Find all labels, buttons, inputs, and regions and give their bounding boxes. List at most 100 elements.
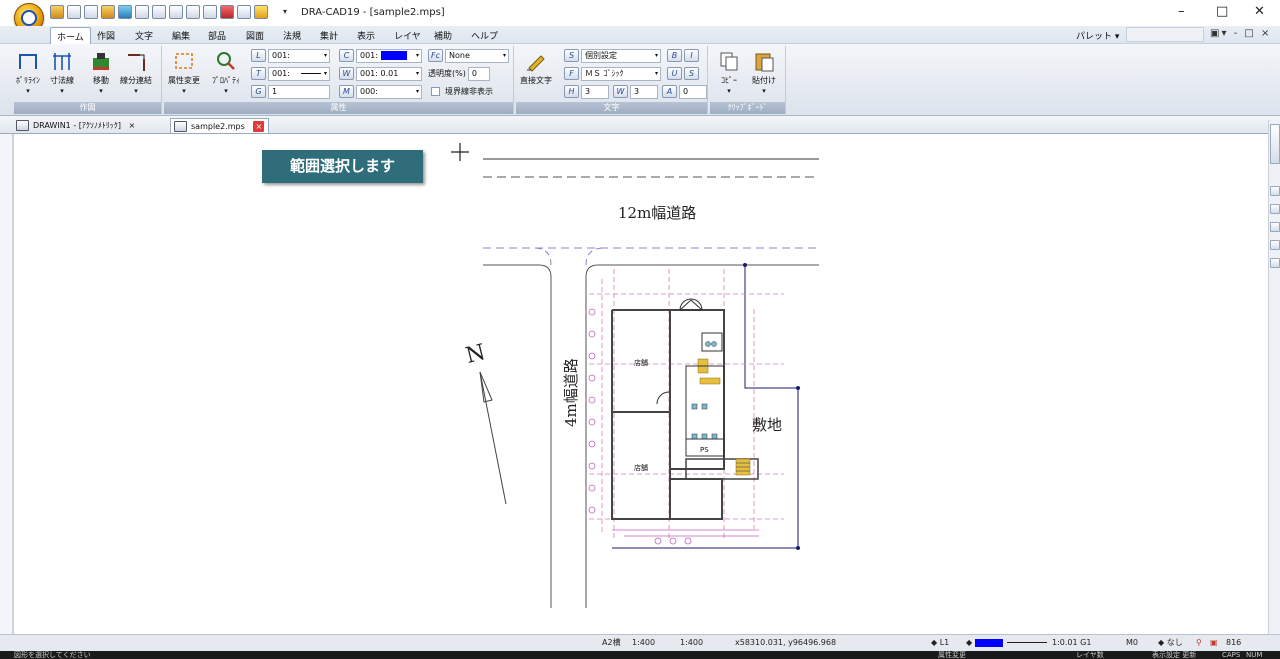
status-pin-icon[interactable]: ⚲	[1196, 637, 1202, 649]
paste-button[interactable]: 貼付け ▾	[752, 50, 776, 95]
layer-combo[interactable]: 001: ▾	[268, 48, 330, 63]
tab-sample2[interactable]: sample2.mps ×	[170, 118, 270, 133]
font-icon: F	[564, 67, 579, 80]
dimension-label: 寸法線	[50, 76, 74, 85]
menu-text[interactable]: 文字	[135, 29, 153, 42]
text-height-field[interactable]: 3	[581, 84, 609, 99]
menu-parts[interactable]: 部品	[208, 29, 226, 42]
status-scale-2[interactable]: 1:400	[680, 637, 703, 649]
menu-aggregate[interactable]: 集計	[320, 29, 338, 42]
status-mark[interactable]: M0	[1126, 637, 1138, 649]
direct-text-button[interactable]: 直接文字	[520, 50, 552, 86]
menu-regulation[interactable]: 法規	[283, 29, 301, 42]
ribbon-window-tools[interactable]: ▣▾ - □ ×	[1210, 28, 1271, 39]
group-attribute: 属性変更 ▾ ﾌﾟﾛﾊﾟﾃｨ ▾ L 001:▾ T 001: ▾ G 1 C	[164, 46, 514, 114]
status-bottom-layer: レイヤ数	[1076, 651, 1104, 659]
tab-sample2-label: sample2.mps	[191, 122, 245, 131]
menu-layer[interactable]: レイヤ	[394, 29, 421, 42]
status-zoom: 816	[1226, 638, 1242, 647]
boundary-checkbox[interactable]	[431, 87, 440, 96]
status-scale-1[interactable]: 1:400	[632, 637, 655, 649]
panel-tab-4-icon[interactable]	[1270, 240, 1280, 250]
font-combo[interactable]: ＭＳ ｺﾞｼｯｸ ▾	[581, 66, 661, 81]
menu-draw[interactable]: 作図	[97, 29, 115, 42]
dimension-button[interactable]: 寸法線 ▾	[50, 50, 74, 95]
print-preview-icon[interactable]	[135, 5, 149, 19]
boundary-label: 境界線非表示	[445, 87, 493, 96]
group-clipboard-label: ｸﾘｯﾌﾟﾎﾞｰﾄﾞ	[710, 102, 785, 114]
status-snap[interactable]: ◆ なし	[1158, 637, 1183, 649]
palette-dropdown[interactable]: パレット ▾	[1076, 29, 1119, 42]
status-layer[interactable]: ◆ L1	[931, 637, 949, 649]
menu-assist[interactable]: 補助	[434, 29, 452, 42]
menu-edit[interactable]: 編集	[172, 29, 190, 42]
tab-drawin1[interactable]: DRAWIN1 - [ｱｸｿﾉﾒﾄﾘｯｸ] ×	[13, 118, 139, 133]
menu-home[interactable]: ホーム	[50, 27, 91, 44]
measure-icon[interactable]	[237, 5, 251, 19]
tab-sample2-close-icon[interactable]: ×	[253, 121, 265, 132]
drawing-doc-icon	[16, 120, 29, 131]
save-icon[interactable]	[118, 5, 132, 19]
road-4m-label: 4m幅道路	[562, 358, 580, 427]
drawing-canvas[interactable]: 12m幅道路 4m幅道路 敷地 N 店舗 店舗 PS	[13, 134, 1268, 634]
panel-tab-1-icon[interactable]	[1270, 186, 1280, 196]
status-line-scale[interactable]: 1:0.01 G1	[1052, 637, 1091, 649]
width-combo[interactable]: 001: 0.01 ▾	[356, 66, 422, 81]
status-bar: A2横 1:400 1:400 x58310.031, y96496.968 ◆…	[0, 634, 1280, 659]
move-icon	[93, 53, 109, 70]
palette-icon[interactable]	[254, 5, 268, 19]
panel-tab-2-icon[interactable]	[1270, 204, 1280, 214]
property-button[interactable]: ﾌﾟﾛﾊﾟﾃｨ ▾	[212, 50, 240, 95]
linetype-icon: T	[251, 67, 266, 80]
copy-label: ｺﾋﾟｰ	[721, 76, 737, 85]
group-field[interactable]: 1	[268, 84, 330, 99]
panel-tab-5-icon[interactable]	[1270, 258, 1280, 268]
italic-icon[interactable]: I	[684, 49, 699, 62]
transparency-field[interactable]: 0	[467, 66, 490, 81]
mark-combo[interactable]: 000: ▾	[356, 84, 422, 99]
strike-icon[interactable]: S	[684, 67, 699, 80]
restore-button[interactable]: □	[1216, 4, 1228, 19]
text-width-field[interactable]: 3	[630, 84, 658, 99]
refresh-icon[interactable]	[203, 5, 217, 19]
new-file-icon[interactable]	[84, 5, 98, 19]
record-icon[interactable]	[220, 5, 234, 19]
line-connect-button[interactable]: 線分連結 ▾	[120, 50, 152, 95]
open-folder-icon[interactable]	[101, 5, 115, 19]
panel-tab-3-icon[interactable]	[1270, 222, 1280, 232]
layer-panel-tab-icon[interactable]	[1270, 124, 1280, 164]
undo-icon[interactable]	[152, 5, 166, 19]
redraw-icon[interactable]	[186, 5, 200, 19]
drawing-doc-icon	[174, 121, 187, 132]
menu-view[interactable]: 表示	[357, 29, 375, 42]
minimize-button[interactable]: –	[1178, 4, 1185, 19]
status-paper[interactable]: A2横	[602, 637, 621, 649]
move-button[interactable]: 移動 ▾	[90, 50, 112, 95]
polyline-button[interactable]: ﾎﾟﾘﾗｲﾝ ▾	[16, 50, 40, 95]
style-icon: S	[564, 49, 579, 62]
text-angle-field[interactable]: 0	[679, 84, 707, 99]
menu-help[interactable]: ヘルプ	[471, 29, 498, 42]
line-connect-icon	[128, 54, 145, 71]
new-template-icon[interactable]	[50, 5, 64, 19]
tab-drawin1-label: DRAWIN1 - [ｱｸｿﾉﾒﾄﾘｯｸ]	[33, 121, 121, 130]
close-button[interactable]: ✕	[1254, 4, 1265, 19]
pen-icon	[527, 55, 545, 72]
fill-combo[interactable]: None ▾	[445, 48, 509, 63]
palette-search-box[interactable]	[1126, 27, 1204, 42]
grid-icon[interactable]	[67, 5, 81, 19]
text-style-combo[interactable]: 個別設定 ▾	[581, 48, 661, 63]
copy-button[interactable]: ｺﾋﾟｰ ▾	[718, 50, 740, 95]
copy-icon	[720, 52, 738, 71]
bold-icon[interactable]: B	[667, 49, 682, 62]
linetype-combo[interactable]: 001: ▾	[268, 66, 330, 81]
text-width-icon: W	[613, 85, 628, 98]
status-color-line[interactable]: ◆	[966, 637, 1047, 649]
attr-change-button[interactable]: 属性変更 ▾	[168, 50, 200, 95]
underline-icon[interactable]: U	[667, 67, 682, 80]
tab-drawin1-close-icon[interactable]: ×	[129, 121, 136, 130]
menu-drawing[interactable]: 図面	[246, 29, 264, 42]
redo-icon[interactable]	[169, 5, 183, 19]
qat-dropdown-icon[interactable]: ▾	[283, 7, 287, 16]
color-combo[interactable]: 001: ▾	[356, 48, 422, 63]
